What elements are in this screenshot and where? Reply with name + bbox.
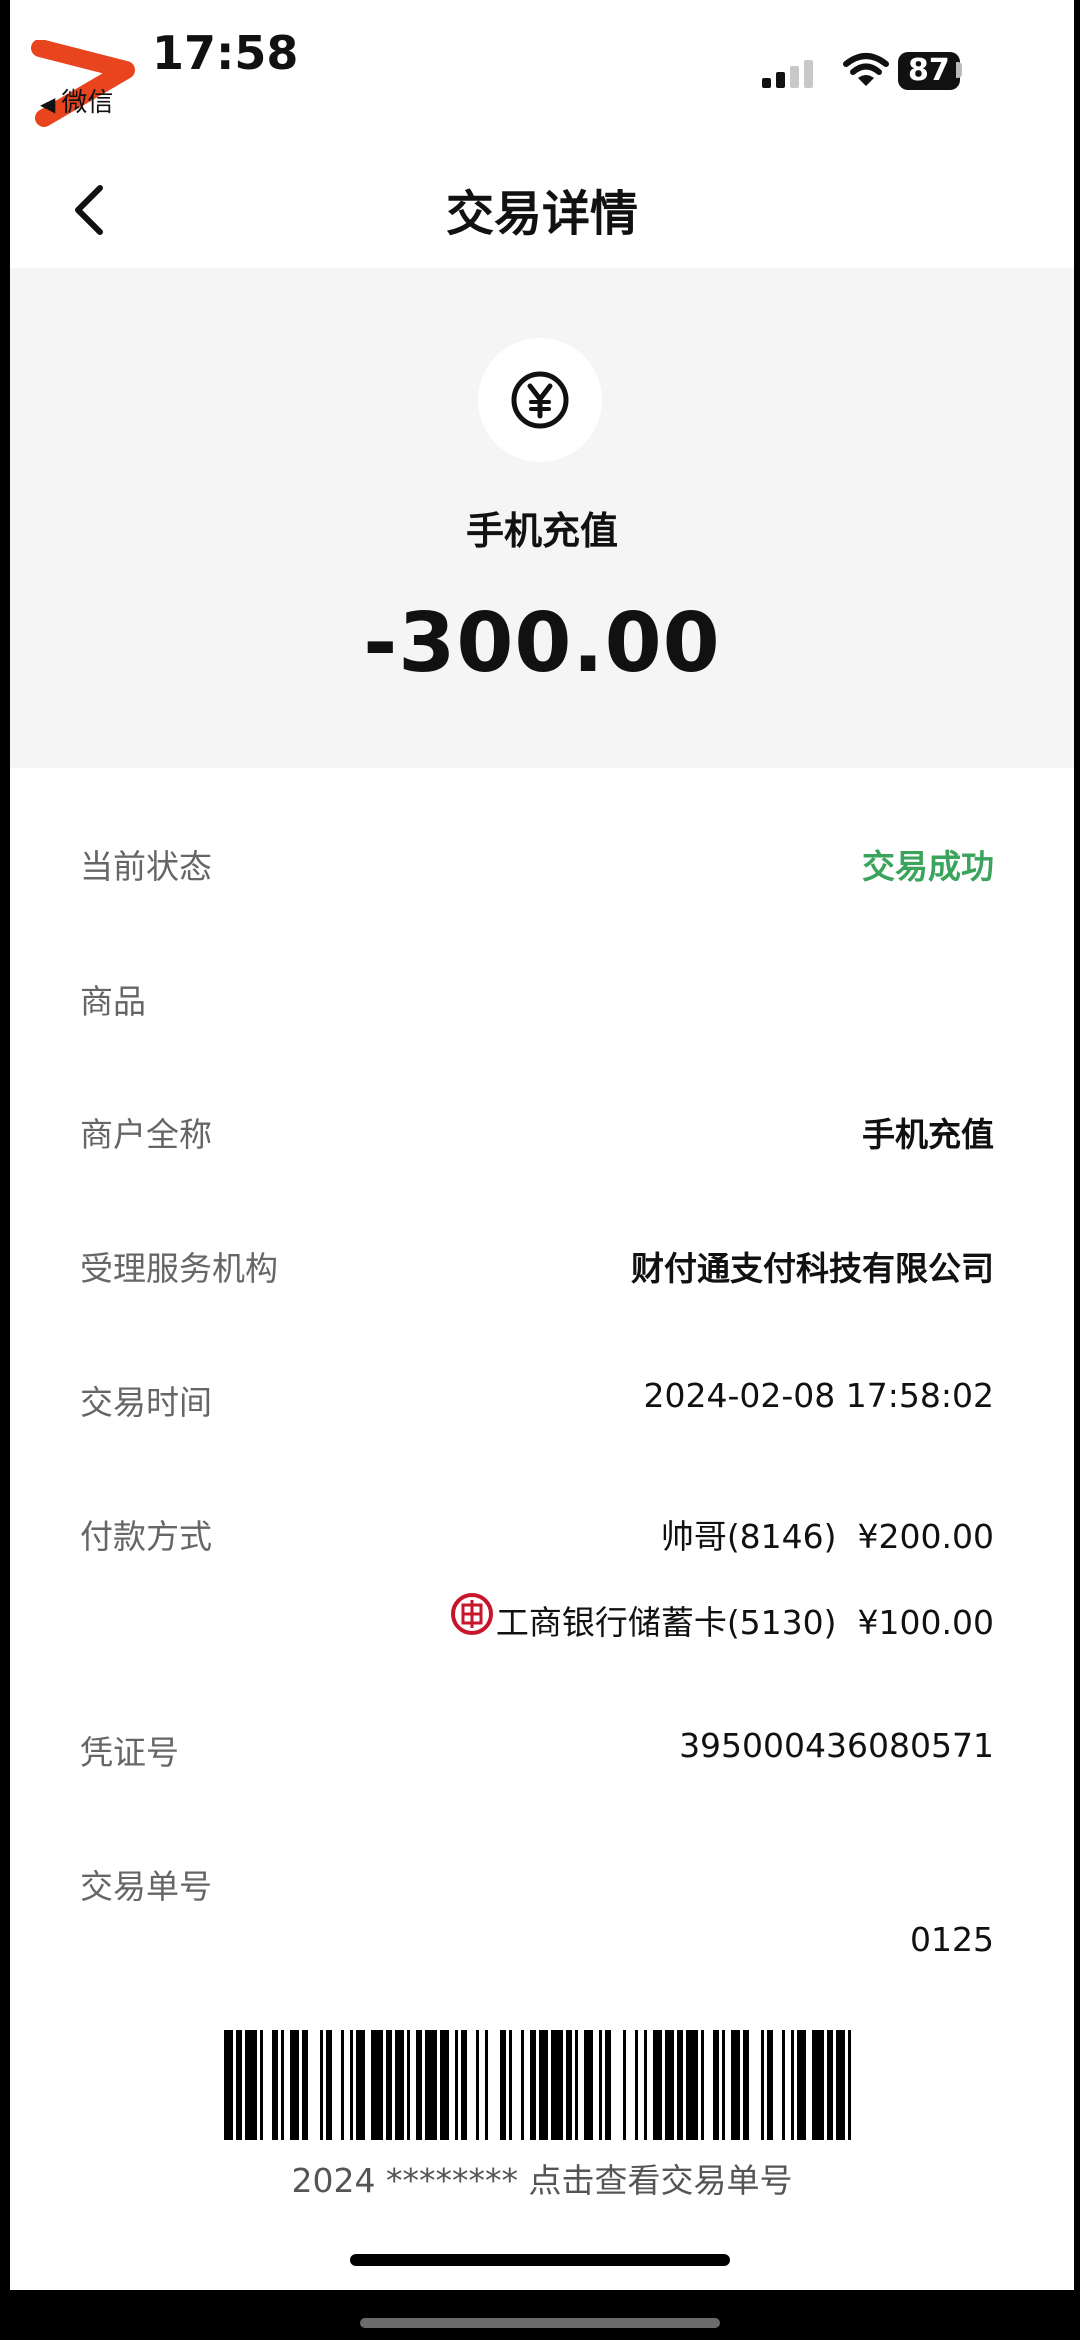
barcode-bar <box>530 2030 536 2140</box>
barcode-bar <box>566 2030 572 2140</box>
barcode-image[interactable] <box>224 2030 856 2140</box>
barcode-bar <box>539 2030 548 2140</box>
barcode-bar <box>686 2030 698 2140</box>
barcode-bar <box>623 2030 626 2140</box>
barcode-bar <box>521 2030 524 2140</box>
barcode-bar <box>812 2030 824 2140</box>
barcode-bar <box>644 2030 647 2140</box>
payment-method-row: 工商银行储蓄卡(5130) ¥100.00 <box>496 1596 994 1644</box>
view-order-number-link[interactable]: 2024 ******** 点击查看交易单号 <box>10 2154 1074 2202</box>
barcode-bar <box>485 2030 488 2140</box>
barcode-bar <box>272 2030 278 2140</box>
barcode-bar <box>320 2030 323 2140</box>
voucher-label: 凭证号 <box>80 1733 179 1772</box>
status-value: 交易成功 <box>862 847 994 886</box>
status-bar: 17:58 ◀ 微信 87 <box>10 0 1074 130</box>
time-label: 交易时间 <box>80 1383 212 1422</box>
barcode-bar <box>416 2030 422 2140</box>
back-to-app-label: 微信 <box>61 88 114 118</box>
transaction-amount: -300.00 <box>363 596 721 691</box>
barcode-bar <box>797 2030 806 2140</box>
barcode-bar <box>326 2030 332 2140</box>
transaction-detail-screen: 17:58 ◀ 微信 87 交易详情 手机充值 -300.00 当前状态 交易成… <box>10 0 1074 2290</box>
order-number-label: 交易单号 <box>80 1867 212 1906</box>
barcode-bar <box>350 2030 353 2140</box>
cellular-signal-icon <box>762 60 813 88</box>
barcode-bar <box>767 2030 773 2140</box>
home-indicator <box>350 2254 730 2266</box>
merchant-full-value: 手机充值 <box>862 1115 994 1154</box>
status-label: 当前状态 <box>80 847 212 886</box>
barcode-bar <box>635 2030 638 2140</box>
barcode-bar <box>341 2030 344 2140</box>
payment-method-amount: ¥200.00 <box>857 1517 994 1556</box>
barcode-bar <box>476 2030 479 2140</box>
barcode-bar <box>761 2030 764 2140</box>
barcode-bar <box>356 2030 365 2140</box>
barcode-bar <box>701 2030 704 2140</box>
time-value: 2024-02-08 17:58:02 <box>643 1376 994 1415</box>
barcode-bar <box>395 2030 404 2140</box>
merchant-icon-badge <box>478 338 602 462</box>
voucher-value: 395000436080571 <box>679 1726 994 1765</box>
barcode-bar <box>425 2030 437 2140</box>
page-title: 交易详情 <box>445 186 638 242</box>
merchant-full-label: 商户全称 <box>80 1115 212 1154</box>
back-to-app-link[interactable]: ◀ 微信 <box>40 82 113 119</box>
institution-value: 财付通支付科技有限公司 <box>631 1249 994 1288</box>
barcode-bar <box>782 2030 785 2140</box>
payment-method-amount: ¥100.00 <box>857 1603 994 1642</box>
nav-bar: 交易详情 <box>10 150 1074 260</box>
barcode-bar <box>302 2030 308 2140</box>
icbc-logo-icon <box>451 1593 493 1635</box>
barcode-bar <box>260 2030 263 2140</box>
outer-home-indicator <box>360 2318 720 2328</box>
barcode-bar <box>731 2030 740 2140</box>
barcode-bar <box>665 2030 674 2140</box>
barcode-bar <box>500 2030 506 2140</box>
merchant-name: 手机充值 <box>465 509 618 553</box>
barcode-bar <box>848 2030 851 2140</box>
barcode-bar <box>677 2030 683 2140</box>
transaction-summary: 手机充值 -300.00 <box>10 268 1074 768</box>
barcode-bar <box>371 2030 383 2140</box>
payment-method-row: 帅哥(8146) ¥200.00 <box>661 1510 994 1558</box>
barcode-bar <box>386 2030 392 2140</box>
barcode-bar <box>653 2030 662 2140</box>
barcode-bar <box>440 2030 449 2140</box>
yen-icon <box>511 371 569 429</box>
institution-label: 受理服务机构 <box>80 1249 278 1288</box>
status-time: 17:58 <box>152 26 299 80</box>
barcode-bar <box>461 2030 467 2140</box>
barcode-bar <box>224 2030 233 2140</box>
barcode-bar <box>290 2030 299 2140</box>
goods-label: 商品 <box>80 982 146 1021</box>
barcode-bar <box>551 2030 563 2140</box>
barcode-bar <box>455 2030 458 2140</box>
wifi-icon <box>843 53 889 86</box>
barcode-bar <box>245 2030 257 2140</box>
barcode-bar <box>791 2030 794 2140</box>
barcode-bar <box>713 2030 719 2140</box>
order-number-value: 0125 <box>910 1920 994 1959</box>
barcode-bar <box>836 2030 845 2140</box>
barcode-bar <box>575 2030 578 2140</box>
battery-tip <box>956 62 962 78</box>
payment-method-name: 工商银行储蓄卡(5130) <box>495 1603 837 1642</box>
payment-label: 付款方式 <box>80 1517 212 1556</box>
barcode-bar <box>827 2030 833 2140</box>
barcode-bar <box>599 2030 602 2140</box>
barcode-bar <box>743 2030 749 2140</box>
barcode-bar <box>584 2030 593 2140</box>
barcode-bar <box>407 2030 410 2140</box>
barcode-bar <box>605 2030 611 2140</box>
barcode-bar <box>722 2030 725 2140</box>
barcode-bar <box>236 2030 242 2140</box>
back-triangle-icon: ◀ <box>40 92 56 116</box>
barcode-bar <box>509 2030 512 2140</box>
payment-method-name: 帅哥(8146) <box>660 1517 837 1556</box>
barcode-bar <box>281 2030 284 2140</box>
battery-level: 87 <box>898 52 960 90</box>
